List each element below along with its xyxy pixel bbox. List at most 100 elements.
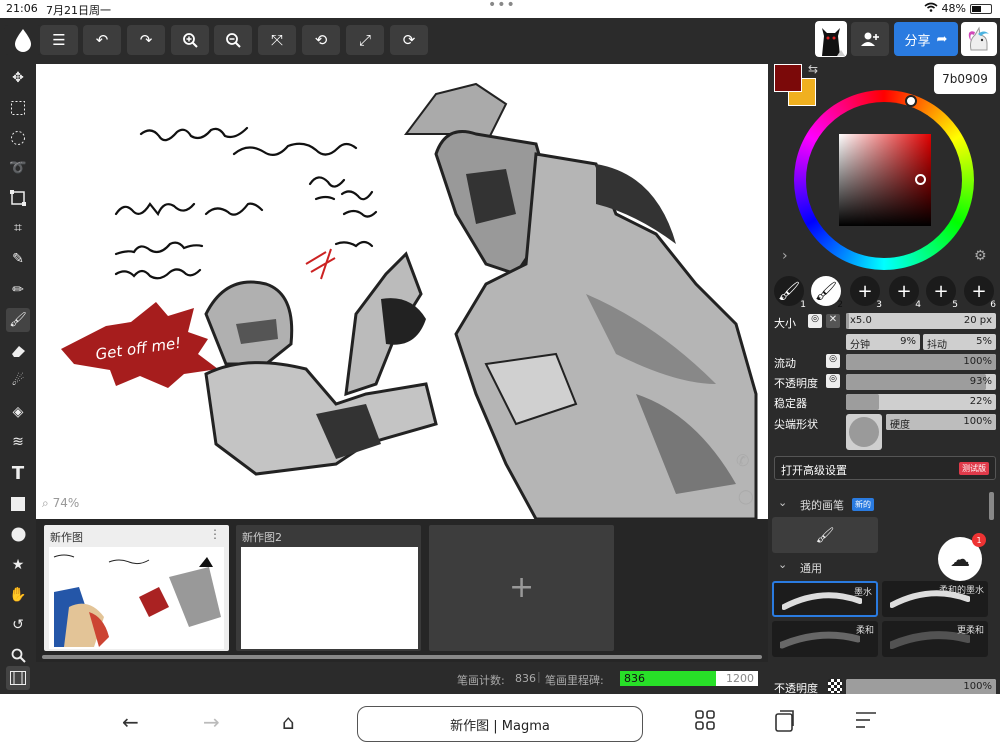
phone-icon[interactable]: ✆: [736, 451, 749, 470]
jitter-slider[interactable]: 抖动 5%: [923, 334, 996, 351]
flow-pressure-icon[interactable]: ◎: [826, 354, 840, 368]
jitter-label: 抖动: [927, 340, 947, 351]
brush-icon: 🖌: [814, 280, 838, 302]
pencil-icon[interactable]: ✏: [6, 278, 30, 302]
advanced-settings-button[interactable]: 打开高级设置 测试版: [774, 456, 996, 480]
eyedropper-icon[interactable]: ✎: [6, 247, 30, 271]
collapse-chevron-icon[interactable]: ⌄: [778, 496, 787, 509]
drawing-canvas[interactable]: Get off me! ⌕ 74% ✆ ◯: [36, 64, 768, 519]
eraser-icon[interactable]: [6, 339, 30, 363]
home-icon[interactable]: ⌂: [282, 710, 295, 734]
brush-slot-2[interactable]: 🖌 2: [811, 276, 843, 310]
pressure-icon[interactable]: ◎: [808, 314, 822, 328]
tip-shape-preview[interactable]: [846, 414, 882, 450]
blur-icon[interactable]: ≋: [6, 430, 30, 454]
brush-softer[interactable]: 更柔和: [882, 621, 988, 657]
star-tool-icon[interactable]: ★: [6, 553, 30, 577]
fullscreen-icon[interactable]: ⤢: [346, 25, 384, 55]
minute-slider[interactable]: 分钟 9%: [846, 334, 920, 351]
add-custom-brush-button[interactable]: 🖌: [772, 517, 878, 553]
brush-soft-ink[interactable]: 柔和的墨水: [882, 581, 988, 617]
zoom-in-icon[interactable]: [171, 25, 209, 55]
redo-icon[interactable]: ↷: [127, 25, 165, 55]
transform-icon[interactable]: [6, 186, 30, 210]
hex-color-field[interactable]: 7b0909: [934, 64, 996, 94]
size-slider[interactable]: x5.0 20 px: [846, 313, 996, 329]
brush-icon[interactable]: 🖌: [6, 308, 30, 332]
multitask-dots-icon[interactable]: •••: [488, 0, 516, 13]
user-avatar[interactable]: [815, 21, 847, 57]
document-card[interactable]: 新作图 ⋮: [44, 525, 229, 651]
menu-icon[interactable]: ☰: [40, 25, 78, 55]
mileage-progress-bar: 836 1200: [620, 671, 758, 686]
flip-canvas-icon[interactable]: ⤧: [258, 25, 296, 55]
magma-logo-icon[interactable]: [4, 25, 42, 55]
hardness-slider[interactable]: 硬度 100%: [886, 414, 996, 431]
opacity-pressure-icon[interactable]: ◎: [826, 374, 840, 388]
plus-icon: +: [509, 570, 535, 605]
crop-icon[interactable]: ⌗: [6, 216, 30, 240]
zoom-level: 74%: [52, 496, 80, 510]
saturation-box[interactable]: [839, 134, 931, 226]
primary-color-swatch[interactable]: [774, 64, 802, 92]
brush-slot-4[interactable]: +4: [889, 276, 921, 310]
share-button[interactable]: 分享 ➦: [894, 22, 958, 56]
share-label: 分享: [904, 33, 931, 49]
more-options-icon[interactable]: ⋮: [209, 527, 221, 541]
undo-icon[interactable]: ↶: [83, 25, 121, 55]
rotate-right-icon[interactable]: ⟳: [390, 25, 428, 55]
url-bar[interactable]: 新作图 | Magma: [357, 706, 643, 742]
flow-slider[interactable]: 100%: [846, 354, 996, 370]
move-tool-icon[interactable]: ✥: [6, 66, 30, 90]
panel-scrollbar[interactable]: [989, 492, 994, 520]
expand-chevron-icon[interactable]: ›: [782, 248, 788, 264]
rotate-view-icon[interactable]: ↺: [6, 613, 30, 637]
general-chevron-icon[interactable]: ⌄: [778, 558, 787, 571]
brush-ink[interactable]: 墨水: [772, 581, 878, 617]
strip-scrollbar[interactable]: [42, 655, 762, 659]
stabilizer-slider[interactable]: 22%: [846, 394, 996, 410]
cloud-upload-button[interactable]: ☁ 1: [938, 533, 986, 581]
settings-gear-icon[interactable]: ⚙: [974, 248, 987, 264]
hand-tool-icon[interactable]: ✋: [6, 583, 30, 607]
brush-soft[interactable]: 柔和: [772, 621, 878, 657]
rectangle-tool-icon[interactable]: [6, 492, 30, 516]
smudge-icon[interactable]: ☄: [6, 369, 30, 393]
layer-opacity-slider[interactable]: 100%: [846, 679, 996, 695]
new-document-button[interactable]: +: [429, 525, 614, 651]
brush-slot-6[interactable]: +6: [964, 276, 996, 310]
fill-bucket-icon[interactable]: ◈: [6, 400, 30, 424]
forward-arrow-icon[interactable]: →: [203, 710, 220, 734]
document-card[interactable]: 新作图2: [236, 525, 421, 651]
tabs-grid-icon[interactable]: [695, 710, 715, 735]
document-thumbnail: [49, 547, 224, 649]
back-arrow-icon[interactable]: ←: [122, 710, 139, 734]
brush-slot-5[interactable]: +5: [926, 276, 958, 310]
text-tool-icon[interactable]: T: [6, 461, 30, 485]
unicorn-icon[interactable]: [961, 22, 997, 56]
rect-select-icon[interactable]: [6, 96, 30, 120]
swap-colors-icon[interactable]: ⇆: [808, 62, 818, 76]
size-value: 5.0: [855, 315, 872, 326]
tab-count-icon[interactable]: [775, 710, 795, 737]
zoom-tool-icon[interactable]: [6, 643, 30, 667]
chat-bubble-icon[interactable]: ◯: [738, 489, 754, 505]
close-icon[interactable]: ✕: [826, 314, 840, 328]
hue-handle[interactable]: [905, 95, 917, 107]
brush-slot-1[interactable]: 🖌 1: [774, 276, 806, 310]
brush-slot-3[interactable]: +3: [850, 276, 882, 310]
zoom-out-icon[interactable]: [214, 25, 252, 55]
filmstrip-icon[interactable]: [6, 666, 30, 690]
rotate-left-icon[interactable]: ⟲: [302, 25, 340, 55]
ellipse-tool-icon[interactable]: [6, 522, 30, 546]
zoom-search-icon: ⌕: [42, 496, 49, 510]
add-user-icon[interactable]: [851, 22, 889, 56]
zoom-indicator[interactable]: ⌕ 74%: [42, 496, 79, 511]
saturation-handle[interactable]: [915, 174, 926, 185]
add-brush-icon: +: [933, 280, 949, 302]
lasso-icon[interactable]: ➰: [6, 156, 30, 180]
size-slider-fill: [846, 313, 849, 329]
ellipse-select-icon[interactable]: [6, 126, 30, 150]
menu-lines-icon[interactable]: [855, 710, 877, 734]
opacity-slider[interactable]: 93%: [846, 374, 996, 390]
